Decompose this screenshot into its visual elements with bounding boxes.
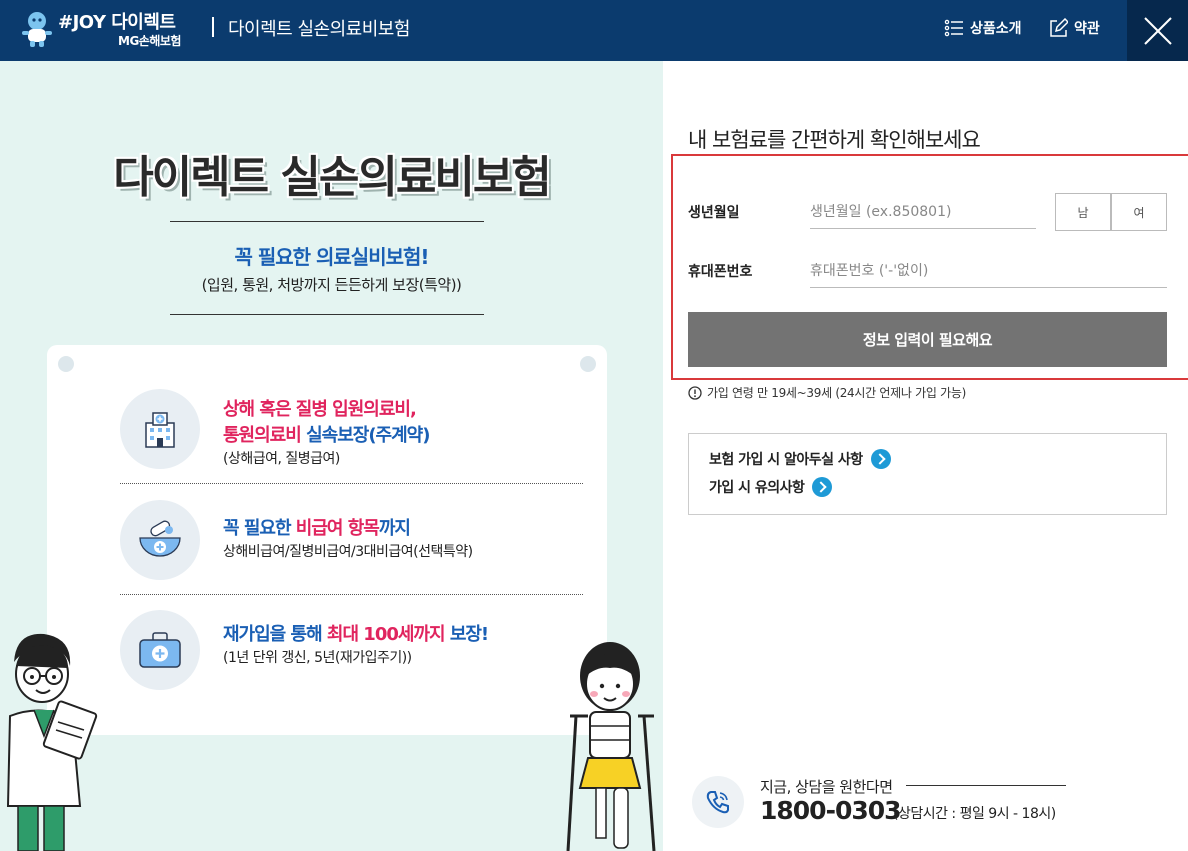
nav-products-label: 상품소개 [970,21,1022,37]
feature-2-detail: 상해비급여/질병비급여/3대비급여(선택특약) [223,544,473,560]
close-button[interactable] [1127,0,1188,61]
hero-divider-bottom [170,314,484,315]
feature-item-renewal: 재가입을 통해 최대 100세까지 보장! (1년 단위 갱신, 5년(재가입주… [120,610,590,690]
feature-3-lead: 재가입을 통해 [223,624,327,645]
feature-icon-wrap [120,389,200,469]
phone-icon [706,791,729,814]
age-note: 가입 연령 만 19세~39세 (24시간 언제나 가입 가능) [688,384,966,401]
doctor-character-illustration [6,633,98,851]
feature-item-noncovered: 꼭 필요한 비급여 항목까지 상해비급여/질병비급여/3대비급여(선택특약) [120,500,590,580]
feature-1-line1: 상해 혹은 질병 입원의료비, [223,399,417,420]
hospital-icon [145,412,175,448]
feature-3-detail: (1년 단위 갱신, 5년(재가입주기)) [223,650,412,666]
injured-girl-character-illustration [566,642,656,851]
info-link-notice[interactable]: 보험 가입 시 알아두실 사항 [709,449,891,469]
info-links-box: 보험 가입 시 알아두실 사항 가입 시 유의사항 [688,433,1167,515]
header-title: 다이렉트 실손의료비보험 [228,19,410,40]
feature-divider [120,594,583,595]
brand-sub-text: MG손해보험 [118,34,181,48]
gender-male-button[interactable]: 남 [1055,193,1111,231]
hero-divider-top [170,221,484,222]
edit-icon [1050,18,1068,37]
feature-divider [120,483,583,484]
nav-products-link[interactable]: 상품소개 [944,17,1022,39]
form-heading: 내 보험료를 간편하게 확인해보세요 [688,128,981,152]
card-dot [580,356,596,372]
feature-icon-wrap [120,500,200,580]
age-note-text: 가입 연령 만 19세~39세 (24시간 언제나 가입 가능) [707,386,966,400]
consult-hours: (상담시간 : 평일 9시 - 18시) [893,806,1056,822]
header-bar: #JOY 다이렉트 MG손해보험 다이렉트 실손의료비보험 상품소개 약관 [0,0,1188,61]
submit-button[interactable]: 정보 입력이 필요해요 [688,312,1167,367]
feature-2-highlight: 비급여 항목 [295,518,380,539]
info-icon [688,385,702,400]
nav-terms-link[interactable]: 약관 [1048,17,1100,39]
nav-terms-label: 약관 [1074,21,1100,37]
birth-label: 생년월일 [688,205,740,221]
feature-icon-wrap [120,610,200,690]
info-link-notice-label: 보험 가입 시 알아두실 사항 [709,452,863,468]
phone-label: 휴대폰번호 [688,264,753,280]
feature-3-highlight: 최대 100세까지 [326,624,446,645]
feature-2-lead: 꼭 필요한 [223,518,296,539]
hero-title: 다이렉트 실손의료비보험 [113,152,552,203]
consult-divider [906,785,1066,786]
birth-date-input[interactable] [810,195,1036,229]
hero-subtitle: 꼭 필요한 의료실비보험! [234,245,429,269]
phone-number-input[interactable] [810,254,1167,288]
arrow-right-icon [870,449,891,469]
feature-2-tail: 까지 [378,518,411,539]
consult-text: 지금, 상담을 원한다면 [760,778,893,796]
promo-panel: 다이렉트 실손의료비보험 꼭 필요한 의료실비보험! (입원, 통원, 처방까지… [0,61,663,851]
header-divider [212,17,214,37]
close-icon [1143,16,1172,45]
card-dot [58,356,74,372]
feature-card: 상해 혹은 질병 입원의료비, 통원의료비 실속보장(주계약) (상해급여, 질… [47,345,607,735]
medicine-bowl-icon [139,520,181,557]
arrow-right-icon [812,477,833,497]
info-link-caution-label: 가입 시 유의사항 [709,480,805,496]
info-link-caution[interactable]: 가입 시 유의사항 [709,477,833,497]
brand-logo[interactable]: #JOY 다이렉트 MG손해보험 [20,8,198,52]
gender-female-button[interactable]: 여 [1111,193,1167,231]
phone-icon-wrap [692,776,744,828]
first-aid-kit-icon [139,632,181,668]
feature-3-tail: 보장! [444,624,489,645]
feature-1-line2: 실속보장(주계약) [300,425,430,446]
mascot-icon [22,12,52,47]
feature-item-inpatient: 상해 혹은 질병 입원의료비, 통원의료비 실속보장(주계약) (상해급여, 질… [120,389,590,469]
list-icon [944,19,963,37]
brand-main-text: #JOY 다이렉트 [58,12,176,33]
feature-1-highlight: 통원의료비 [223,425,302,446]
feature-1-detail: (상해급여, 질병급여) [223,451,340,467]
hero-description: (입원, 통원, 처방까지 든든하게 보장(특약)) [201,276,462,294]
consult-phone-number[interactable]: 1800-0303 [760,796,902,825]
